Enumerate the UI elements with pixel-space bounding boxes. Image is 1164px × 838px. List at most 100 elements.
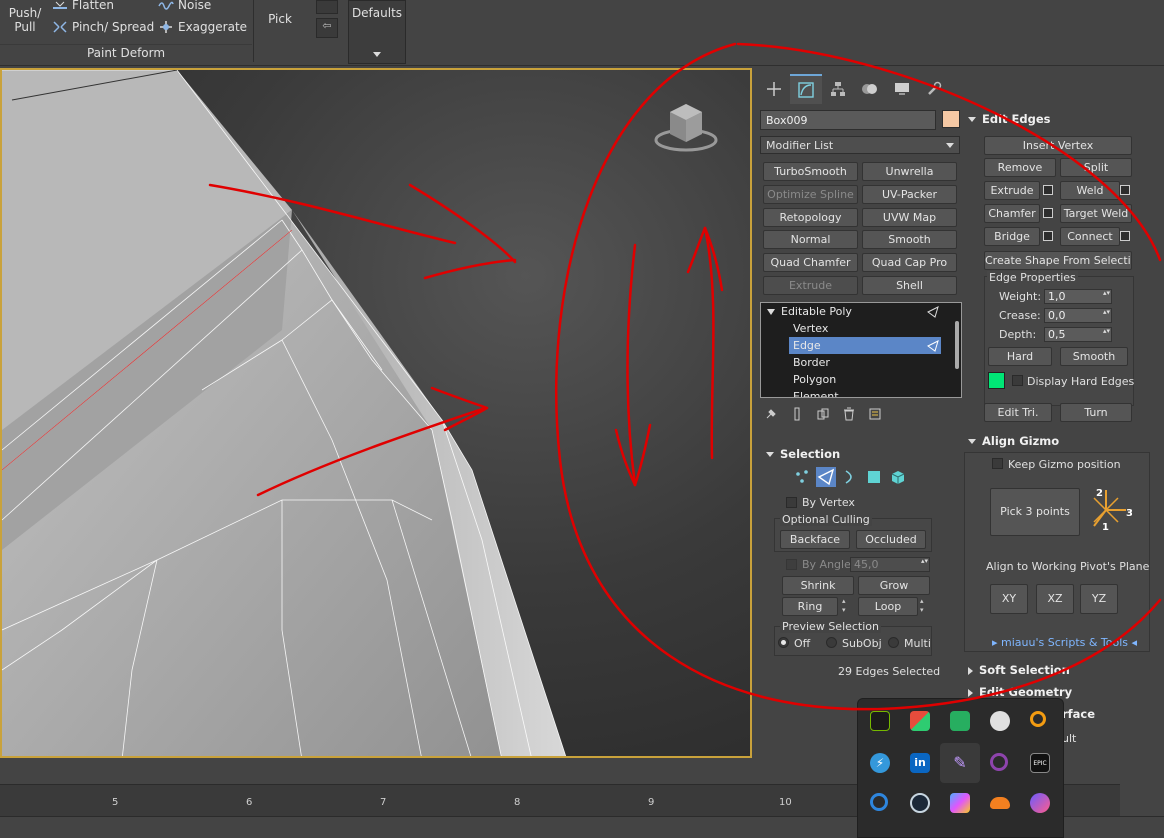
preview-multi-radio[interactable] [888, 637, 899, 648]
discord-icon[interactable] [990, 711, 1010, 731]
soft-selection-rollout-header[interactable]: Soft Selection [968, 661, 1070, 679]
insert-vertex-button[interactable]: Insert Vertex [984, 136, 1132, 155]
exaggerate-button[interactable]: Exaggerate [158, 20, 247, 34]
linkedin-icon[interactable]: in [910, 753, 930, 773]
ribbon-small-button-2[interactable]: ⇦ [316, 18, 338, 38]
turbosmooth-button[interactable]: TurboSmooth [763, 162, 858, 181]
green-bag-icon[interactable] [950, 711, 970, 731]
make-unique-icon[interactable] [816, 407, 830, 421]
epic-games-icon[interactable]: EPIC [1030, 753, 1050, 773]
subdivision-surface-rollout-header[interactable]: rface [1062, 705, 1095, 723]
remove-button[interactable]: Remove [984, 158, 1056, 177]
tab-create[interactable] [758, 74, 790, 104]
loop-spinner-arrows[interactable]: ▴ ▾ [920, 597, 930, 616]
hard-edge-color-swatch[interactable] [988, 372, 1005, 389]
cloudflare-icon[interactable] [990, 797, 1010, 809]
ring-spinner-arrows[interactable]: ▴ ▾ [842, 597, 852, 616]
stack-item-editable-poly[interactable]: Editable Poly [761, 303, 941, 320]
tab-modify[interactable] [790, 74, 822, 104]
quad-cap-pro-button[interactable]: Quad Cap Pro [862, 253, 957, 272]
weld-settings-button[interactable] [1120, 185, 1130, 195]
shrink-button[interactable]: Shrink [782, 576, 854, 595]
by-angle-checkbox[interactable] [786, 559, 797, 570]
stack-item-border[interactable]: Border [761, 354, 943, 371]
object-color-swatch[interactable] [942, 110, 960, 128]
ring-button[interactable]: Ring [782, 597, 838, 616]
stack-item-element[interactable]: Element [761, 388, 943, 397]
quad-chamfer-button[interactable]: Quad Chamfer [763, 253, 858, 272]
trash-icon[interactable] [842, 407, 856, 421]
copilot-icon[interactable] [950, 793, 970, 813]
nvidia-icon[interactable] [870, 711, 890, 731]
optimize-spline-button[interactable]: Optimize Spline [763, 185, 858, 204]
object-name-field[interactable]: Box009 [760, 110, 936, 130]
defaults-dropdown[interactable]: Defaults [348, 0, 406, 64]
stack-item-polygon[interactable]: Polygon [761, 371, 943, 388]
connect-settings-button[interactable] [1120, 231, 1130, 241]
create-shape-button[interactable]: Create Shape From Selection [984, 251, 1132, 270]
yz-button[interactable]: YZ [1080, 584, 1118, 614]
normal-button[interactable]: Normal [763, 230, 858, 249]
element-mode-button[interactable] [888, 467, 908, 487]
extrude-modifier-button[interactable]: Extrude [763, 276, 858, 295]
tab-display[interactable] [886, 74, 918, 104]
by-angle-spinner[interactable]: 45,0 [850, 557, 930, 572]
by-vertex-checkbox[interactable] [786, 497, 797, 508]
xz-button[interactable]: XZ [1036, 584, 1074, 614]
grow-button[interactable]: Grow [858, 576, 930, 595]
push-pull-button[interactable]: Push/ Pull [4, 6, 46, 34]
modifier-stack[interactable]: Editable Poly Vertex Edge Border Polygon… [760, 302, 962, 398]
weight-spinner[interactable]: 1,0 [1044, 289, 1112, 304]
backface-button[interactable]: Backface [780, 530, 850, 549]
pick-3-points-button[interactable]: Pick 3 points [990, 488, 1080, 536]
noise-button[interactable]: Noise [158, 0, 211, 12]
chamfer-settings-button[interactable] [1043, 208, 1053, 218]
blue-swirl-icon[interactable] [870, 793, 888, 811]
keep-gizmo-checkbox[interactable] [992, 458, 1003, 469]
uvw-map-button[interactable]: UVW Map [862, 208, 957, 227]
xy-button[interactable]: XY [990, 584, 1028, 614]
occluded-button[interactable]: Occluded [856, 530, 926, 549]
pick-button[interactable]: Pick [262, 12, 298, 26]
perspective-viewport[interactable] [0, 68, 752, 758]
turn-button[interactable]: Turn [1060, 403, 1132, 422]
preview-subobj-radio[interactable] [826, 637, 837, 648]
display-hard-edges-checkbox[interactable] [1012, 375, 1023, 386]
extrude-settings-button[interactable] [1043, 185, 1053, 195]
tab-utilities[interactable] [918, 74, 950, 104]
connect-button[interactable]: Connect [1060, 227, 1120, 246]
store-icon[interactable] [910, 711, 930, 731]
loop-button[interactable]: Loop [858, 597, 918, 616]
configure-sets-icon[interactable] [868, 407, 882, 421]
tab-hierarchy[interactable] [822, 74, 854, 104]
bridge-button[interactable]: Bridge [984, 227, 1040, 246]
bolt-icon[interactable]: ⚡ [870, 753, 890, 773]
feather-icon[interactable]: ✎ [950, 753, 970, 773]
selection-rollout-header[interactable]: Selection [766, 445, 840, 463]
chamfer-button[interactable]: Chamfer [984, 204, 1040, 223]
split-button[interactable]: Split [1060, 158, 1132, 177]
border-mode-button[interactable] [840, 467, 860, 487]
edge-mode-button[interactable] [816, 467, 836, 487]
messenger-icon[interactable] [1030, 793, 1050, 813]
target-weld-button[interactable]: Target Weld [1060, 204, 1132, 223]
stack-item-vertex[interactable]: Vertex [761, 320, 943, 337]
vertex-mode-button[interactable] [792, 467, 812, 487]
stack-scrollbar[interactable] [955, 321, 959, 369]
uv-packer-button[interactable]: UV-Packer [862, 185, 957, 204]
unwrella-button[interactable]: Unwrella [862, 162, 957, 181]
edit-edges-rollout-header[interactable]: Edit Edges [968, 110, 1051, 128]
polygon-mode-button[interactable] [864, 467, 884, 487]
flatten-button[interactable]: Flatten [52, 0, 114, 12]
tab-motion[interactable] [854, 74, 886, 104]
ribbon-small-button-1[interactable] [316, 0, 338, 14]
shell-button[interactable]: Shell [862, 276, 957, 295]
pinch-spread-button[interactable]: Pinch/ Spread [52, 20, 154, 34]
steam-icon[interactable] [910, 793, 930, 813]
hard-button[interactable]: Hard [988, 347, 1052, 366]
weld-button[interactable]: Weld [1060, 181, 1120, 200]
miauu-scripts-link[interactable]: ▸ miauu's Scripts & Tools ◂ [992, 636, 1137, 649]
smooth-modifier-button[interactable]: Smooth [862, 230, 957, 249]
modifier-list-dropdown[interactable]: Modifier List [760, 136, 960, 154]
retopology-button[interactable]: Retopology [763, 208, 858, 227]
